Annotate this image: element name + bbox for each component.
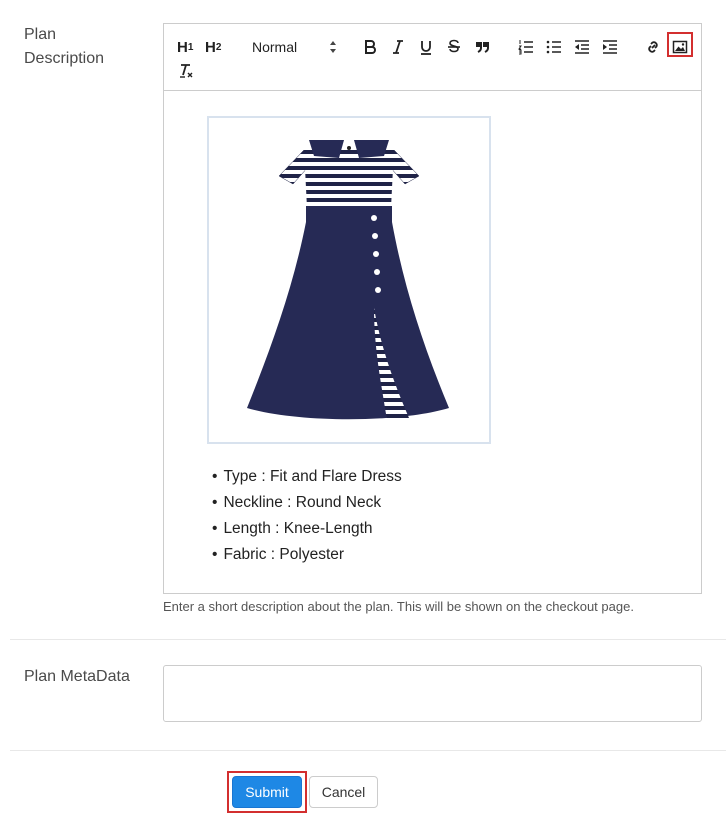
outdent-button[interactable]	[573, 36, 591, 58]
header-1-sub: 1	[187, 41, 194, 53]
ordered-list-button[interactable]	[517, 36, 535, 58]
format-select-value: Normal	[252, 39, 298, 55]
header-1-button[interactable]: H1	[177, 36, 193, 58]
plan-description-label: Plan Description	[24, 23, 104, 71]
feature-list: Type : Fit and Flare Dress Neckline : Ro…	[212, 464, 402, 568]
ordered-list-icon	[518, 40, 533, 55]
plan-description-label-line2: Description	[24, 50, 105, 67]
bullet-list-icon	[546, 40, 561, 54]
underline-button[interactable]	[418, 36, 434, 58]
strikethrough-button[interactable]	[446, 36, 462, 58]
plan-description-label-line1: Plan	[24, 26, 57, 43]
feature-list-item: Neckline : Round Neck	[212, 490, 402, 516]
header-2-label: H	[205, 38, 216, 56]
dress-image	[207, 116, 491, 444]
indent-icon	[603, 40, 617, 54]
italic-icon	[393, 40, 403, 54]
section-divider	[10, 639, 726, 640]
link-icon	[648, 41, 658, 53]
dress-illustration	[247, 140, 449, 420]
plan-metadata-input[interactable]	[163, 665, 702, 722]
cancel-button[interactable]: Cancel	[309, 776, 378, 808]
plan-description-hint: Enter a short description about the plan…	[163, 599, 634, 614]
format-select[interactable]: Normal	[252, 36, 342, 58]
feature-list-item: Length : Knee-Length	[212, 516, 402, 542]
feature-list-item: Fabric : Polyester	[212, 542, 402, 568]
bold-icon	[365, 40, 376, 54]
feature-list-item: Type : Fit and Flare Dress	[212, 464, 401, 490]
editor-toolbar: H1 H2 Normal	[164, 24, 701, 91]
select-arrows-icon	[330, 41, 336, 53]
plan-description-editor: H1 H2 Normal • Type: Fit and Flare Dres…	[163, 23, 702, 594]
clear-format-button[interactable]	[177, 60, 195, 82]
strikethrough-icon	[448, 39, 460, 53]
header-1-label: H	[177, 38, 188, 56]
header-2-button[interactable]: H2	[205, 36, 221, 58]
blockquote-button[interactable]	[474, 36, 490, 58]
link-button[interactable]	[644, 36, 662, 58]
plan-metadata-label: Plan MetaData	[24, 668, 130, 685]
indent-button[interactable]	[601, 36, 619, 58]
outdent-icon	[575, 40, 589, 54]
underline-icon	[421, 41, 431, 55]
bullet-list-button[interactable]	[545, 36, 563, 58]
submit-button[interactable]: Submit	[232, 776, 302, 808]
clear-format-icon	[180, 64, 193, 78]
italic-button[interactable]	[390, 36, 406, 58]
header-2-sub: 2	[215, 41, 222, 53]
bold-button[interactable]	[362, 36, 378, 58]
blockquote-icon	[476, 42, 489, 53]
image-button-highlight	[667, 32, 693, 57]
section-divider	[10, 750, 726, 751]
